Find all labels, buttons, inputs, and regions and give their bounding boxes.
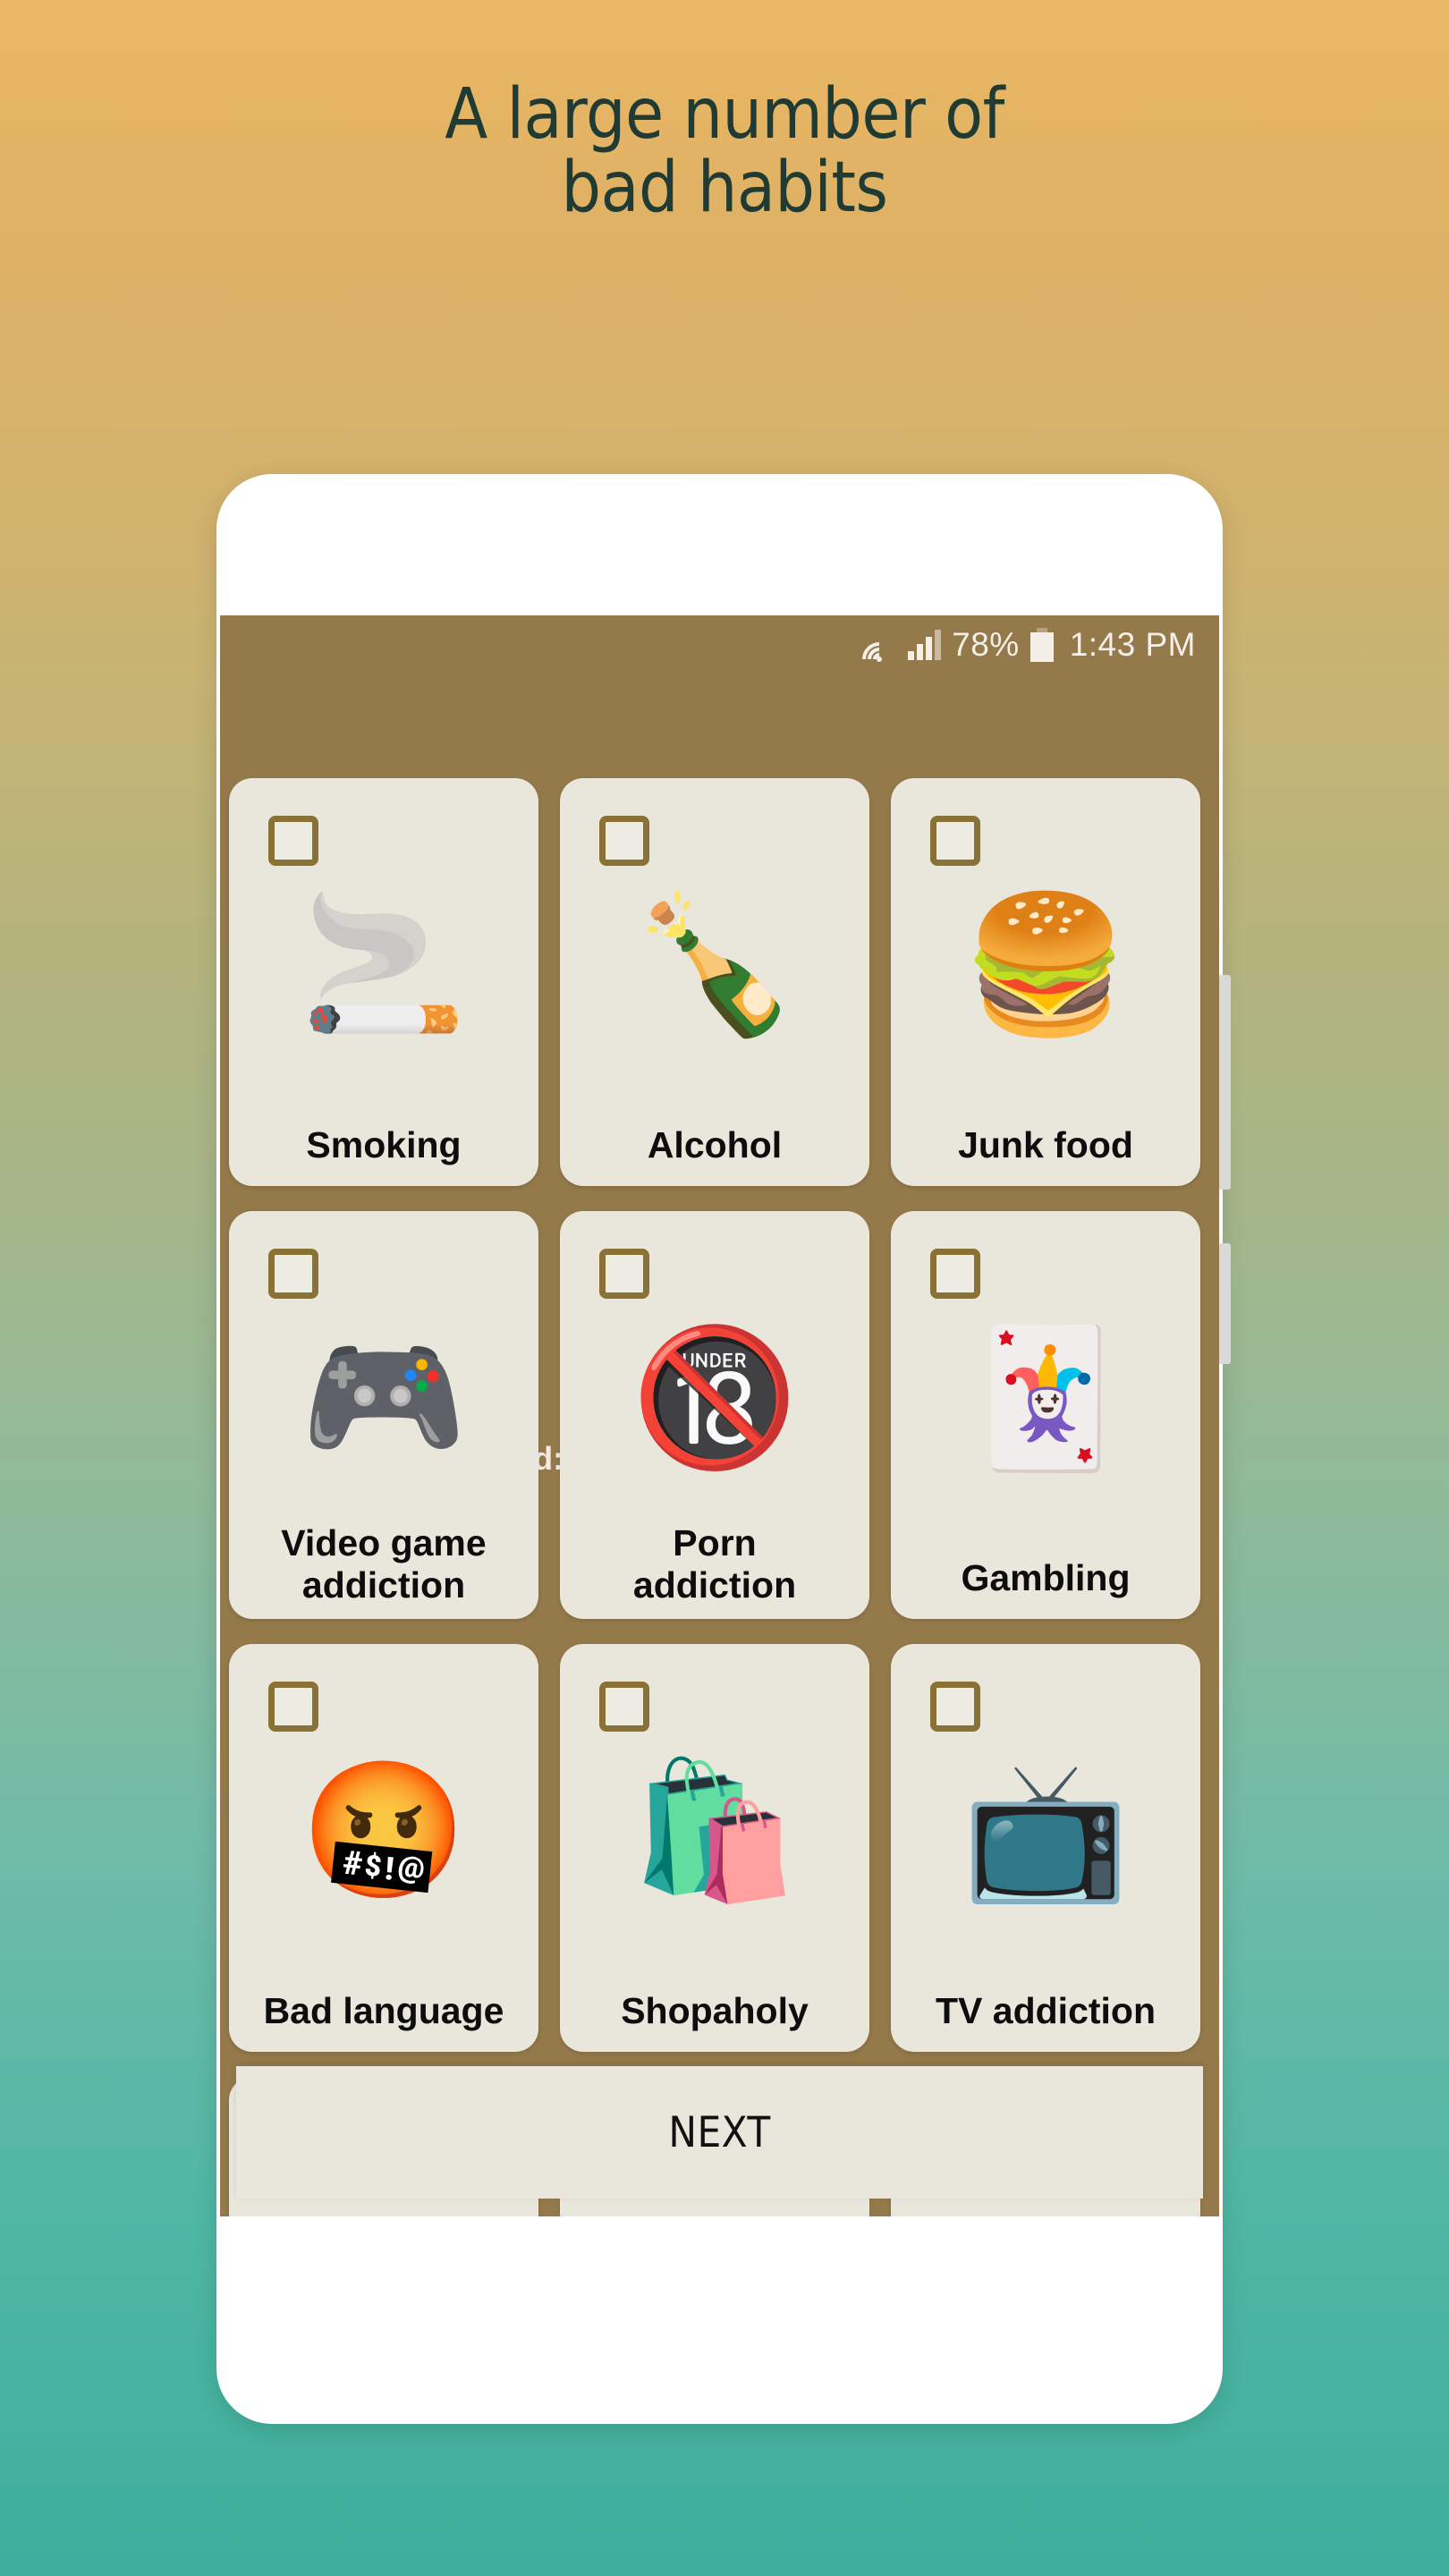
habit-checkbox[interactable] — [930, 1682, 980, 1732]
shopping-bags-icon: 🛍️ — [631, 1755, 799, 1905]
xxx-browser-icon: 🔞 — [631, 1322, 799, 1472]
habit-checkbox[interactable] — [930, 1249, 980, 1299]
power-button[interactable] — [1218, 1243, 1231, 1364]
habit-row: 🚬 Smoking 🍾 Alcohol 🍔 Junk food — [229, 778, 1211, 1186]
habits-grid: Bad habits selected: 0 🚬 Smoking 🍾 Alcoh… — [224, 716, 1216, 2216]
habit-checkbox[interactable] — [268, 1682, 318, 1732]
habit-checkbox[interactable] — [599, 816, 649, 866]
habit-label: Smoking — [306, 1123, 462, 1165]
habit-label: TV addiction — [936, 1989, 1156, 2031]
habit-card-shopaholy[interactable]: 🛍️ Shopaholy — [560, 1644, 869, 2052]
habit-card-porn-addiction[interactable]: 🔞 Porn addiction — [560, 1211, 869, 1619]
battery-icon — [1030, 628, 1054, 662]
playing-cards-icon: 🃏 — [962, 1322, 1130, 1472]
habit-row: 🎮 Video game addiction 🔞 Porn addiction … — [229, 1211, 1211, 1619]
habit-card-junk-food[interactable]: 🍔 Junk food — [891, 778, 1200, 1186]
habit-card-bad-language[interactable]: 🤬 Bad language — [229, 1644, 538, 2052]
status-bar-clock: 1:43 PM — [1069, 626, 1196, 663]
habit-row: 🤬 Bad language 🛍️ Shopaholy 📺 TV addicti… — [229, 1644, 1211, 2052]
habit-card-gambling[interactable]: 🃏 Gambling — [891, 1211, 1200, 1619]
swearing-face-icon: 🤬 — [300, 1755, 468, 1905]
battery-percent: 78% — [952, 626, 1020, 663]
phone-mockup: 78% 1:43 PM Bad habits selected: 0 🚬 Smo… — [216, 474, 1231, 2424]
habit-label: Gambling — [961, 1556, 1131, 1598]
habit-card-smoking[interactable]: 🚬 Smoking — [229, 778, 538, 1186]
habit-label: Bad language — [263, 1989, 504, 2031]
signal-bars-icon — [908, 630, 942, 660]
burger-fries-icon: 🍔 — [962, 889, 1130, 1039]
television-icon: 📺 — [962, 1755, 1130, 1905]
status-bar: 78% 1:43 PM — [220, 615, 1219, 683]
page-title: A large number of bad habits — [445, 74, 1004, 228]
next-button[interactable]: NEXT — [236, 2066, 1203, 2199]
habit-card-video-game-addiction[interactable]: 🎮 Video game addiction — [229, 1211, 538, 1619]
habit-checkbox[interactable] — [599, 1249, 649, 1299]
habit-label: Video game addiction — [281, 1521, 487, 1606]
gamepad-icon: 🎮 — [300, 1322, 468, 1472]
habit-label: Alcohol — [647, 1123, 783, 1165]
habit-label: Junk food — [958, 1123, 1133, 1165]
wifi-icon — [855, 631, 904, 683]
habit-card-alcohol[interactable]: 🍾 Alcohol — [560, 778, 869, 1186]
habit-card-tv-addiction[interactable]: 📺 TV addiction — [891, 1644, 1200, 2052]
phone-screen: 78% 1:43 PM Bad habits selected: 0 🚬 Smo… — [220, 615, 1219, 2216]
habit-checkbox[interactable] — [930, 816, 980, 866]
habit-checkbox[interactable] — [268, 816, 318, 866]
habit-checkbox[interactable] — [599, 1682, 649, 1732]
cigarette-icon: 🚬 — [300, 889, 468, 1039]
habit-checkbox[interactable] — [268, 1249, 318, 1299]
habit-label: Shopaholy — [621, 1989, 809, 2031]
volume-button[interactable] — [1218, 975, 1231, 1190]
bottles-icon: 🍾 — [631, 889, 799, 1039]
habit-label: Porn addiction — [632, 1521, 797, 1606]
